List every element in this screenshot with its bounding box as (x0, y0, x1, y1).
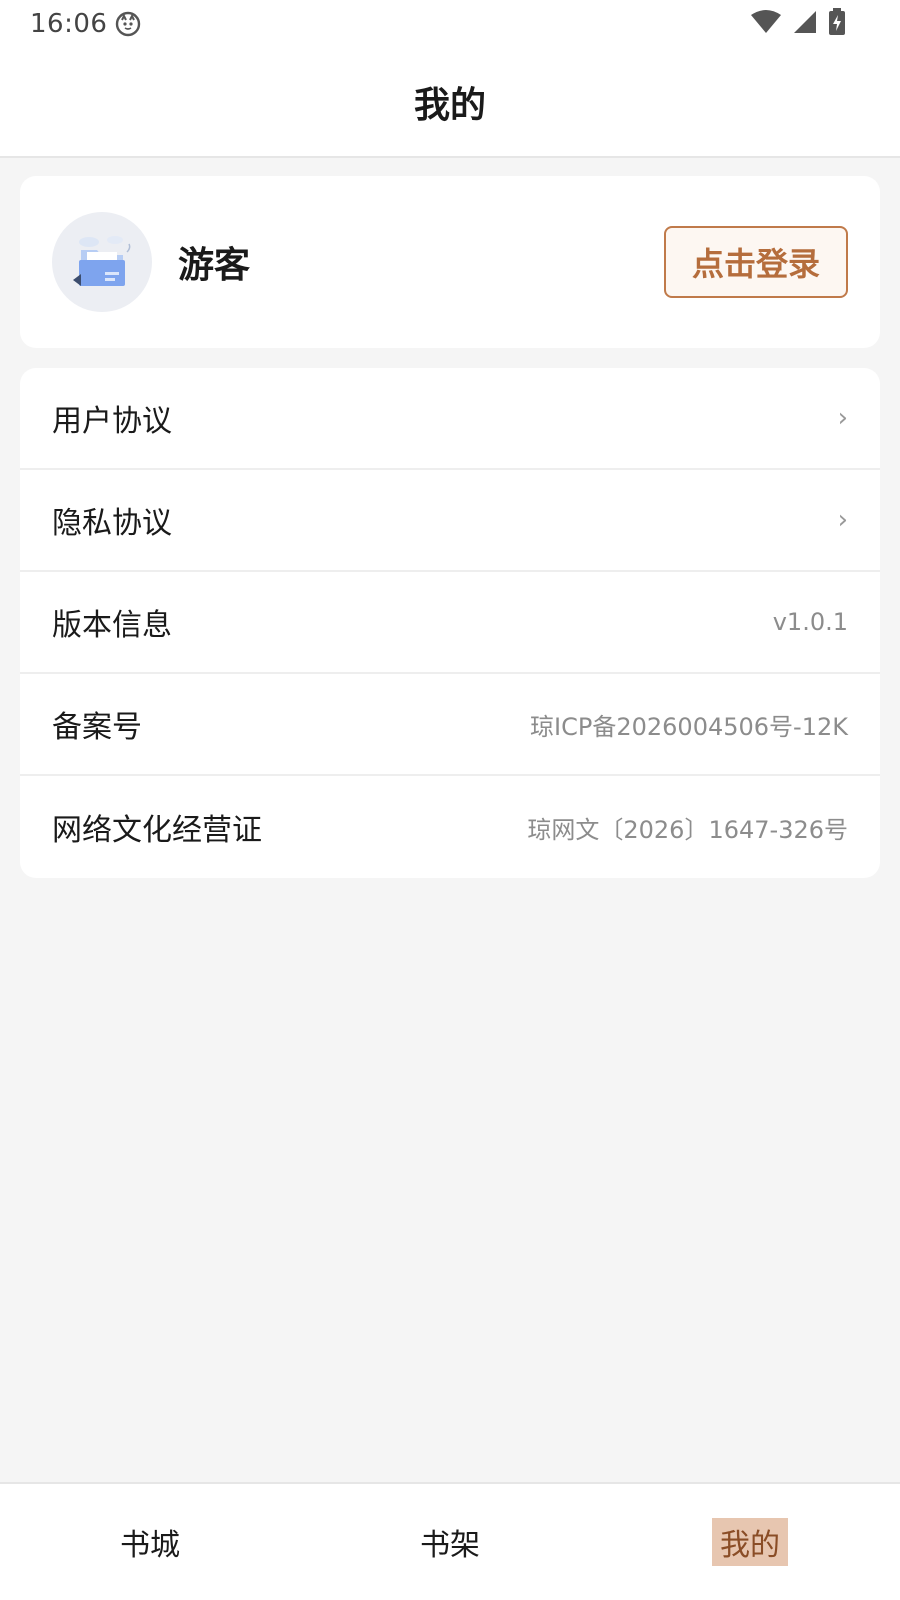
version-value: v1.0.1 (772, 608, 848, 636)
chevron-right-icon: › (837, 403, 848, 433)
menu-item-version-info[interactable]: 版本信息 v1.0.1 (20, 572, 880, 674)
profile-card: 游客 点击登录 (20, 176, 880, 348)
page-title: 我的 (413, 85, 486, 126)
icp-record-value: 琼ICP备2026004506号-12K (530, 712, 848, 741)
chevron-right-icon: › (837, 505, 848, 535)
login-button[interactable]: 点击登录 (664, 226, 848, 298)
tab-mine[interactable]: 我的 (600, 1484, 900, 1600)
status-left: 16:06 (30, 9, 141, 39)
menu-item-label: 版本信息 (52, 608, 172, 643)
menu-item-privacy-agreement[interactable]: 隐私协议 › (20, 470, 880, 572)
menu-item-icp-record: 备案号 琼ICP备2026004506号-12K (20, 674, 880, 776)
menu-item-user-agreement[interactable]: 用户协议 › (20, 368, 880, 470)
menu-item-label: 隐私协议 (52, 506, 172, 541)
tab-label: 我的 (712, 1518, 788, 1566)
tab-bookstore[interactable]: 书城 (0, 1484, 300, 1600)
app-header: 我的 (0, 48, 900, 158)
signal-icon (792, 9, 818, 39)
wifi-icon (750, 9, 782, 39)
tab-bookshelf[interactable]: 书架 (300, 1484, 600, 1600)
tab-label: 书架 (420, 1528, 480, 1563)
guest-name: 游客 (178, 245, 251, 286)
menu-item-label: 备案号 (52, 710, 142, 745)
settings-menu: 用户协议 › 隐私协议 › 版本信息 v1.0.1 备案号 琼ICP备20260… (20, 368, 880, 878)
status-bar: 16:06 (0, 0, 900, 48)
status-time: 16:06 (30, 9, 108, 39)
cat-icon (115, 11, 141, 37)
culture-license-value: 琼网文〔2026〕1647-326号 (527, 815, 848, 844)
menu-item-label: 用户协议 (52, 404, 172, 439)
battery-charging-icon (828, 8, 846, 40)
status-right (750, 8, 846, 40)
bottom-tab-bar: 书城 书架 我的 (0, 1482, 900, 1600)
menu-item-culture-license: 网络文化经营证 琼网文〔2026〕1647-326号 (20, 776, 880, 878)
menu-item-label: 网络文化经营证 (52, 813, 262, 848)
folder-avatar-icon[interactable] (52, 212, 152, 312)
tab-label: 书城 (120, 1528, 180, 1563)
